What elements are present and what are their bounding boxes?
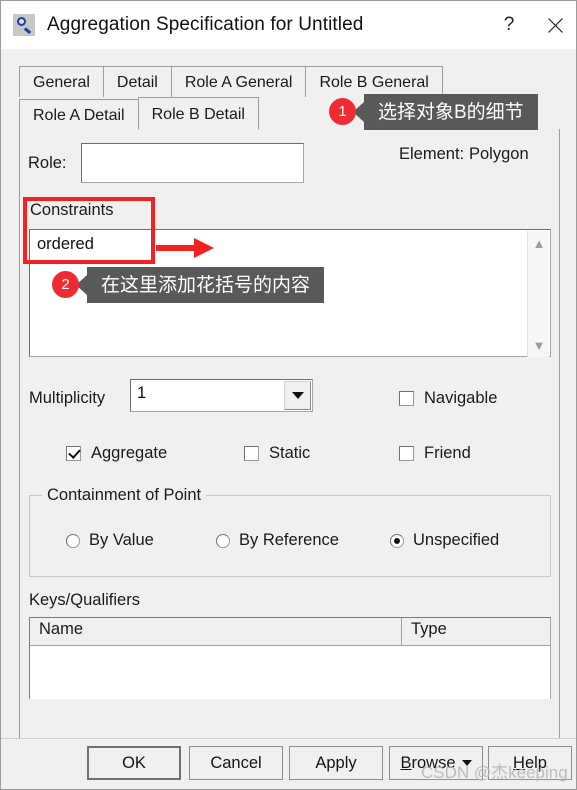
keys-qualifiers-table[interactable]: Name Type <box>29 617 551 699</box>
friend-checkbox-box <box>399 446 414 461</box>
chevron-down-icon[interactable] <box>284 381 311 410</box>
multiplicity-label: Multiplicity <box>29 389 106 407</box>
element-value: Polygon <box>469 145 529 163</box>
radio-by-reference[interactable]: By Reference <box>216 531 339 550</box>
tab-general[interactable]: General <box>19 66 104 97</box>
tab-role-a-detail[interactable]: Role A Detail <box>19 99 139 130</box>
friend-label: Friend <box>424 444 471 462</box>
close-icon[interactable] <box>532 1 576 49</box>
keys-table-header: Name Type <box>30 618 550 646</box>
browse-button[interactable]: Browse <box>389 746 483 780</box>
tab-role-b-general[interactable]: Role B General <box>305 66 443 97</box>
aggregate-checkbox-box <box>66 446 81 461</box>
annotation-tooltip-2: 在这里添加花括号的内容 <box>75 267 325 303</box>
chevron-down-icon <box>461 760 472 766</box>
ok-button[interactable]: OK <box>87 746 181 780</box>
annotation-tooltip-1: 选择对象B的细节 <box>353 94 538 130</box>
help-titlebar-button[interactable]: ? <box>486 1 532 49</box>
radio-by-value[interactable]: By Value <box>66 531 154 550</box>
keys-qualifiers-label: Keys/Qualifiers <box>29 591 140 609</box>
window-titlebar: Aggregation Specification for Untitled ? <box>1 1 576 49</box>
navigable-checkbox-box <box>399 391 414 406</box>
annotation-badge-2: 2 <box>52 271 79 298</box>
keys-table-body[interactable] <box>30 646 550 699</box>
role-input[interactable] <box>80 143 304 183</box>
tab-row-1: General Detail Role A General Role B Gen… <box>19 63 566 97</box>
radio-by-value-dot <box>66 533 80 548</box>
tab-detail[interactable]: Detail <box>102 66 172 97</box>
aggregation-specification-dialog: Aggregation Specification for Untitled ?… <box>0 0 577 790</box>
help-label-underlined: H <box>513 753 525 772</box>
role-b-detail-panel: Role: Element: Polygon Constraints order… <box>19 129 560 739</box>
radio-unspecified[interactable]: Unspecified <box>390 531 499 550</box>
aggregate-checkbox[interactable]: Aggregate <box>66 444 167 463</box>
scroll-down-icon[interactable]: ▼ <box>528 335 550 355</box>
constraints-label: Constraints <box>30 201 114 219</box>
containment-group: Containment of Point By Value By Referen… <box>29 486 551 577</box>
radio-by-reference-label: By Reference <box>239 531 339 549</box>
radio-unspecified-dot <box>390 533 404 548</box>
static-label: Static <box>269 444 311 462</box>
apply-button[interactable]: Apply <box>289 746 383 780</box>
static-checkbox-box <box>244 446 259 461</box>
radio-by-reference-dot <box>216 533 230 548</box>
window-title: Aggregation Specification for Untitled <box>47 14 364 35</box>
column-header-type[interactable]: Type <box>402 618 550 645</box>
navigable-label: Navigable <box>424 389 498 407</box>
dialog-button-bar: OK Cancel Apply Browse Help <box>1 738 576 789</box>
cancel-button[interactable]: Cancel <box>189 746 283 780</box>
help-button[interactable]: Help <box>488 746 572 780</box>
help-label-rest: elp <box>524 753 547 772</box>
static-checkbox[interactable]: Static <box>244 444 310 463</box>
browse-label-underlined: B <box>400 753 412 772</box>
constraints-value: ordered <box>37 235 94 253</box>
role-label: Role: <box>28 153 67 172</box>
annotation-badge-1: 1 <box>329 98 356 125</box>
column-header-name[interactable]: Name <box>30 618 402 645</box>
constraints-scrollbar[interactable]: ▲ ▼ <box>527 231 549 357</box>
tab-role-a-general[interactable]: Role A General <box>170 66 307 97</box>
containment-group-title: Containment of Point <box>42 486 207 505</box>
tab-role-b-detail[interactable]: Role B Detail <box>137 97 259 130</box>
browse-label-rest: rowse <box>411 753 456 772</box>
radio-unspecified-label: Unspecified <box>413 531 500 549</box>
scroll-up-icon[interactable]: ▲ <box>528 233 550 253</box>
multiplicity-value: 1 <box>137 384 147 402</box>
multiplicity-combobox[interactable]: 1 <box>130 379 313 412</box>
aggregate-label: Aggregate <box>91 444 168 462</box>
magnifier-icon <box>13 14 35 36</box>
window-controls: ? <box>486 1 576 49</box>
element-label: Element: <box>399 145 465 163</box>
navigable-checkbox[interactable]: Navigable <box>399 389 497 408</box>
radio-by-value-label: By Value <box>89 531 154 549</box>
friend-checkbox[interactable]: Friend <box>399 444 471 463</box>
